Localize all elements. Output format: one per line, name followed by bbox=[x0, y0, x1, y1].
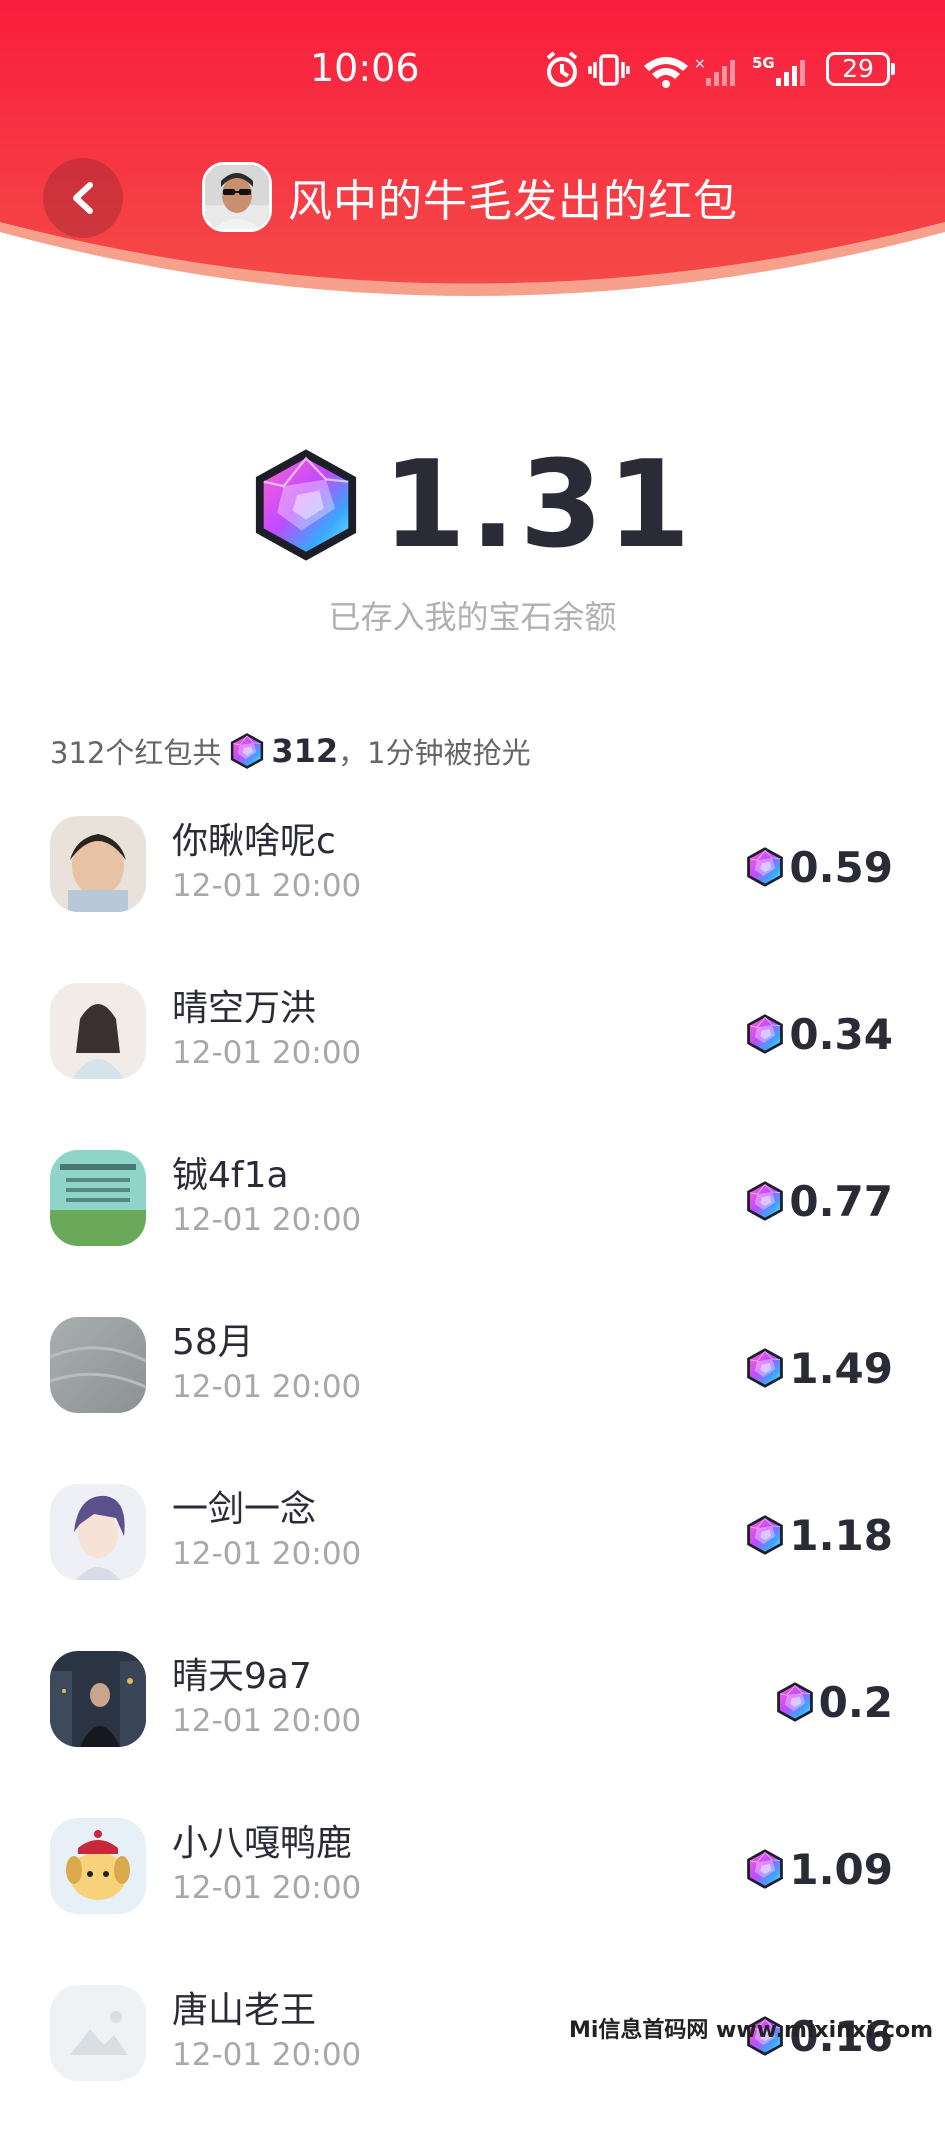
svg-text:5G: 5G bbox=[752, 54, 775, 72]
sender-avatar bbox=[202, 162, 272, 232]
summary-suffix: ，1分钟被抢光 bbox=[338, 736, 531, 770]
user-avatar bbox=[50, 816, 146, 912]
claim-amount: 0.2 bbox=[775, 1677, 893, 1727]
user-name: 你瞅啥呢c bbox=[172, 821, 336, 862]
claim-amount-value: 0.34 bbox=[789, 1009, 893, 1059]
claim-time: 12-01 20:00 bbox=[172, 1369, 362, 1405]
claim-time: 12-01 20:00 bbox=[172, 1870, 362, 1906]
amount-row: 1.31 bbox=[0, 436, 945, 575]
list-item[interactable]: 58月 12-01 20:00 1.49 bbox=[0, 1311, 945, 1478]
5g-signal-icon: 5G bbox=[752, 54, 805, 86]
gem-icon bbox=[745, 846, 785, 888]
list-item[interactable]: 小八嘎鸭鹿 12-01 20:00 1.09 bbox=[0, 1812, 945, 1979]
user-name: 一剑一念 bbox=[172, 1489, 317, 1530]
alarm-icon bbox=[546, 51, 578, 87]
summary-line: 312个红包共 312 ，1分钟被抢光 bbox=[50, 728, 531, 774]
header: 10:06 × 5G 29 风中的牛毛发出的红包 bbox=[0, 0, 945, 330]
claim-amount: 1.49 bbox=[745, 1343, 893, 1393]
user-avatar bbox=[50, 1317, 146, 1413]
user-avatar bbox=[50, 1985, 146, 2081]
claim-amount: 1.09 bbox=[745, 1844, 893, 1894]
summary-prefix: 312个红包共 bbox=[50, 736, 222, 770]
claim-time: 12-01 20:00 bbox=[172, 1035, 362, 1071]
claim-amount: 1.18 bbox=[745, 1510, 893, 1560]
gem-icon bbox=[745, 1180, 785, 1222]
battery-indicator: 29 bbox=[826, 52, 895, 86]
claim-time: 12-01 20:00 bbox=[172, 2037, 362, 2073]
gem-icon bbox=[745, 1347, 785, 1389]
claim-time: 12-01 20:00 bbox=[172, 868, 362, 904]
user-name: 唐山老王 bbox=[172, 1990, 317, 2031]
list-item[interactable]: 一剑一念 12-01 20:00 1.18 bbox=[0, 1478, 945, 1645]
summary-total: 312 bbox=[271, 732, 339, 770]
claim-amount-value: 0.59 bbox=[789, 842, 893, 892]
claim-time: 12-01 20:00 bbox=[172, 1703, 362, 1739]
claim-amount: 0.59 bbox=[745, 842, 893, 892]
signal-icon: × bbox=[694, 56, 735, 86]
gem-icon bbox=[775, 1681, 815, 1723]
back-button[interactable] bbox=[43, 158, 123, 238]
list-item[interactable]: 晴空万洪 12-01 20:00 0.34 bbox=[0, 977, 945, 1144]
status-time: 10:06 bbox=[310, 46, 420, 90]
watermark: Mi信息首码网 www.mixinxi.com bbox=[568, 2018, 933, 2043]
amount-subtitle: 已存入我的宝石余额 bbox=[328, 598, 617, 636]
claim-list: 你瞅啥呢c 12-01 20:00 0.59 晴空万洪 12-01 20:00 … bbox=[0, 810, 945, 2146]
list-item[interactable]: 你瞅啥呢c 12-01 20:00 0.59 bbox=[0, 810, 945, 977]
claim-amount: 0.34 bbox=[745, 1009, 893, 1059]
claim-amount-value: 1.09 bbox=[789, 1844, 893, 1894]
list-item[interactable]: 唐山老王 12-01 20:00 0.16 bbox=[0, 1979, 945, 2146]
user-avatar bbox=[50, 1150, 146, 1246]
list-item[interactable]: 铖4f1a 12-01 20:00 0.77 bbox=[0, 1144, 945, 1311]
claim-amount-value: 1.49 bbox=[789, 1343, 893, 1393]
status-bar: 10:06 × 5G 29 bbox=[0, 40, 945, 100]
wifi-icon bbox=[644, 57, 688, 88]
claim-amount: 0.77 bbox=[745, 1176, 893, 1226]
user-name: 58月 bbox=[172, 1322, 254, 1363]
claim-amount-value: 0.77 bbox=[789, 1176, 893, 1226]
claim-time: 12-01 20:00 bbox=[172, 1202, 362, 1238]
user-avatar bbox=[50, 983, 146, 1079]
chevron-left-icon bbox=[73, 182, 93, 214]
title-row: 风中的牛毛发出的红包 bbox=[202, 160, 738, 234]
user-avatar bbox=[50, 1651, 146, 1747]
claim-amount-value: 0.2 bbox=[818, 1677, 893, 1727]
claim-amount-value: 1.18 bbox=[789, 1510, 893, 1560]
vibrate-icon bbox=[588, 54, 630, 86]
user-name: 晴空万洪 bbox=[172, 988, 317, 1029]
status-icons: × 5G bbox=[546, 51, 805, 88]
svg-text:×: × bbox=[694, 56, 706, 72]
page-title: 风中的牛毛发出的红包 bbox=[288, 176, 738, 227]
gem-icon bbox=[745, 1848, 785, 1890]
gem-icon bbox=[229, 732, 265, 770]
received-amount: 1.31 bbox=[382, 435, 695, 575]
gem-icon bbox=[250, 446, 362, 564]
user-name: 小八嘎鸭鹿 bbox=[172, 1823, 353, 1864]
gem-icon bbox=[745, 1514, 785, 1556]
gem-icon bbox=[745, 1013, 785, 1055]
list-item[interactable]: 晴天9a7 12-01 20:00 0.2 bbox=[0, 1645, 945, 1812]
claim-time: 12-01 20:00 bbox=[172, 1536, 362, 1572]
user-avatar bbox=[50, 1484, 146, 1580]
user-name: 晴天9a7 bbox=[172, 1656, 312, 1697]
user-name: 铖4f1a bbox=[172, 1155, 289, 1196]
user-avatar bbox=[50, 1818, 146, 1914]
